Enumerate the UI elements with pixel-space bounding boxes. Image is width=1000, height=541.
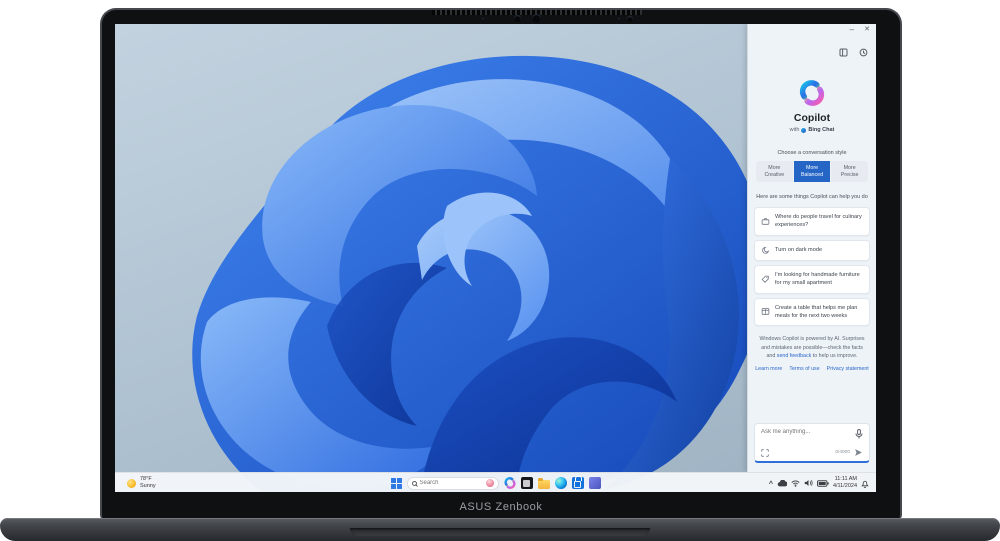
taskbar-center xyxy=(390,473,601,492)
copilot-taskbar-icon[interactable] xyxy=(503,477,516,489)
lid-lift-notch xyxy=(350,528,650,536)
footer-links: Learn more Terms of use Privacy statemen… xyxy=(748,366,876,372)
disclaimer: Windows Copilot is powered by AI. Surpri… xyxy=(757,335,867,360)
weather-condition: Sunny xyxy=(140,483,156,489)
screen: – ✕ Copilot with Bing Chat Choose a conv… xyxy=(115,24,876,492)
suggestion-list: Where do people travel for culinary expe… xyxy=(754,207,870,327)
suggestion-card[interactable]: Turn on dark mode xyxy=(754,239,870,261)
copilot-subtitle: with Bing Chat xyxy=(748,127,876,133)
bing-icon xyxy=(801,127,807,133)
onedrive-cloud-icon[interactable] xyxy=(777,479,787,487)
moon-icon xyxy=(762,246,770,254)
taskbar: 78°F Sunny Search ^ 11:11 AM 4/11/2024 xyxy=(115,472,876,492)
ir-sensor-dot xyxy=(482,18,484,20)
system-tray: ^ 11:11 AM 4/11/2024 xyxy=(769,473,869,492)
start-button[interactable] xyxy=(390,477,402,489)
ambient-sensor xyxy=(627,16,633,22)
laptop-base xyxy=(0,518,1000,541)
close-button[interactable]: ✕ xyxy=(864,26,870,34)
suggestion-text: Create a table that helps me plan meals … xyxy=(775,304,858,319)
microphone-icon[interactable] xyxy=(855,429,863,439)
wifi-icon[interactable] xyxy=(791,480,800,487)
mic-dot xyxy=(618,18,620,20)
clock-date: 4/11/2024 xyxy=(832,483,857,489)
webcam-camera xyxy=(532,14,541,23)
style-more-balanced[interactable]: More Balanced xyxy=(793,161,831,182)
search-highlight-icon xyxy=(485,479,494,487)
style-more-creative[interactable]: More Creative xyxy=(756,161,793,182)
edge-browser-icon[interactable] xyxy=(554,477,567,489)
tag-icon xyxy=(761,275,769,283)
weather-widget[interactable]: 78°F Sunny xyxy=(127,473,156,492)
file-explorer-icon[interactable] xyxy=(537,477,550,489)
briefcase-icon xyxy=(761,217,770,225)
sun-icon xyxy=(127,478,136,488)
suggestion-card[interactable]: Where do people travel for culinary expe… xyxy=(754,207,870,236)
suggestion-text: I'm looking for handmade furniture for m… xyxy=(775,271,860,287)
copilot-logo xyxy=(799,80,825,106)
battery-icon[interactable] xyxy=(816,479,829,487)
style-more-precise[interactable]: More Precise xyxy=(831,161,868,182)
learn-more-link[interactable]: Learn more xyxy=(755,366,782,372)
clock[interactable]: 11:11 AM 4/11/2024 xyxy=(833,476,857,490)
suggestion-text: Where do people travel for culinary expe… xyxy=(775,214,862,229)
panel-toolbar xyxy=(839,48,868,57)
volume-icon[interactable] xyxy=(804,479,813,487)
suggestion-card[interactable]: Create a table that helps me plan meals … xyxy=(754,297,870,327)
terms-of-use-link[interactable]: Terms of use xyxy=(789,366,819,372)
webcam-ir-camera xyxy=(514,15,521,22)
privacy-statement-link[interactable]: Privacy statement xyxy=(827,366,869,372)
search-box[interactable] xyxy=(406,476,499,490)
notification-bell-icon[interactable] xyxy=(861,479,869,488)
laptop-lid: – ✕ Copilot with Bing Chat Choose a conv… xyxy=(100,8,902,520)
chat-input[interactable] xyxy=(761,429,849,435)
notebook-icon[interactable] xyxy=(839,48,848,57)
subtitle-prefix: with xyxy=(789,127,800,133)
screenshot-icon[interactable] xyxy=(761,448,769,457)
history-icon[interactable] xyxy=(859,48,868,57)
search-icon xyxy=(411,480,417,486)
char-counter: 0/4000 xyxy=(835,450,850,455)
hidden-icons-chevron[interactable]: ^ xyxy=(769,481,773,488)
weather-temperature: 78°F xyxy=(140,476,152,483)
brand-text: ASUS Zenbook xyxy=(459,501,543,513)
suggestion-text: Turn on dark mode xyxy=(775,247,823,254)
conversation-style-selector: More Creative More Balanced More Precise xyxy=(756,161,868,182)
search-input[interactable] xyxy=(419,480,483,486)
microsoft-store-icon[interactable] xyxy=(571,475,584,489)
copilot-panel: – ✕ Copilot with Bing Chat Choose a conv… xyxy=(747,24,876,472)
suggestion-card[interactable]: I'm looking for handmade furniture for m… xyxy=(754,264,870,294)
helper-text: Here are some things Copilot can help yo… xyxy=(756,194,868,200)
send-feedback-link[interactable]: send feedback xyxy=(777,353,811,359)
clock-time: 11:11 AM xyxy=(834,476,857,483)
send-icon[interactable] xyxy=(854,448,863,457)
table-icon xyxy=(761,308,770,316)
minimize-button[interactable]: – xyxy=(850,26,854,34)
style-prompt: Choose a conversation style xyxy=(777,150,847,156)
copilot-title: Copilot xyxy=(793,112,831,124)
disclaimer-text: to help us improve. xyxy=(811,352,858,359)
purple-app-icon[interactable] xyxy=(588,477,601,489)
window-controls: – ✕ xyxy=(850,26,870,34)
chat-input-card: 0/4000 xyxy=(754,423,870,463)
subtitle-brand: Bing Chat xyxy=(808,127,835,133)
dark-app-icon[interactable] xyxy=(520,477,533,489)
